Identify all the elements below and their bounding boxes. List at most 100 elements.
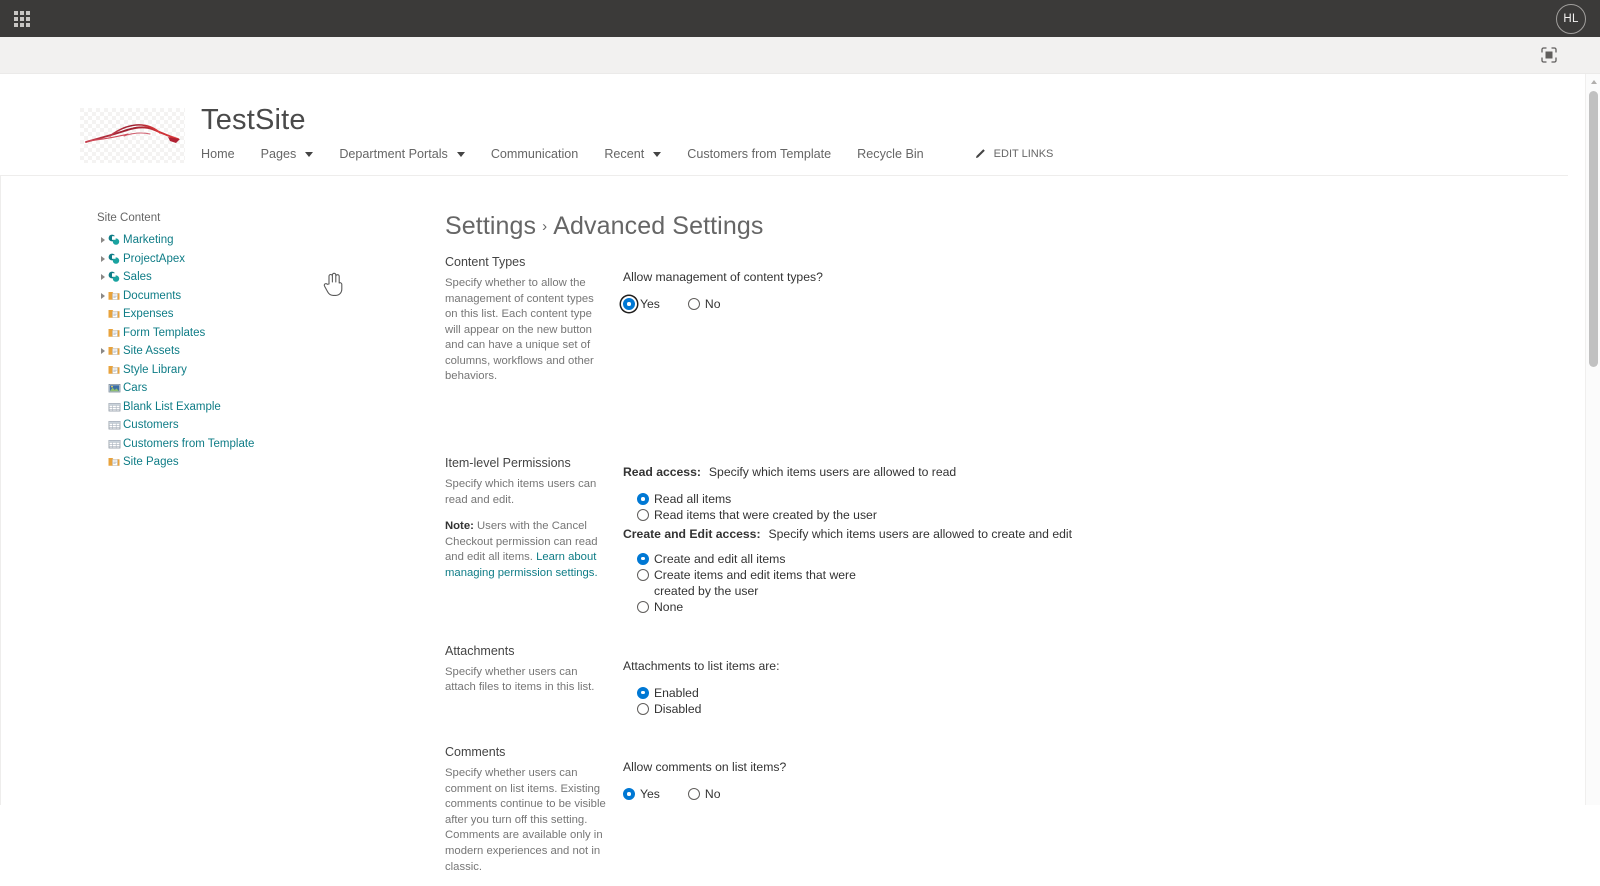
create-edit-none-option[interactable]: None — [637, 599, 1445, 615]
radio-indicator[interactable] — [637, 601, 649, 614]
nav-item-department-portals[interactable]: Department Portals — [339, 147, 465, 161]
scrollbar-thumb[interactable] — [1589, 91, 1598, 367]
site-logo[interactable] — [80, 108, 185, 163]
tree-item-label: Blank List Example — [123, 400, 221, 413]
expand-arrow-icon[interactable] — [97, 255, 108, 262]
nav-label: Department Portals — [339, 147, 448, 161]
attachments-enabled-option[interactable]: Enabled — [637, 685, 1445, 701]
list-icon — [108, 401, 122, 413]
comments-no-option[interactable]: No — [687, 786, 720, 802]
tree-item-label: ProjectApex — [123, 252, 186, 265]
section-heading: Attachments — [445, 643, 515, 658]
edit-links-button[interactable]: EDIT LINKS — [974, 148, 1054, 160]
tree-item-marketing[interactable]: Marketing — [97, 232, 397, 249]
radio-label: Yes — [640, 787, 660, 802]
app-launcher-button[interactable] — [0, 0, 44, 37]
radio-indicator[interactable] — [637, 686, 649, 699]
radio-indicator[interactable] — [637, 568, 649, 581]
section-attachments: Attachments Specify whether users can at… — [445, 644, 1445, 718]
radio-indicator[interactable] — [623, 298, 635, 311]
site-content-tree: Site Content Marketing ProjectApex Sales — [97, 212, 397, 473]
sharepoint-site-icon — [108, 271, 122, 283]
tree-item-style-library[interactable]: Style Library — [97, 362, 397, 379]
document-library-icon — [108, 456, 122, 468]
radio-indicator[interactable] — [637, 493, 649, 506]
nav-item-communication[interactable]: Communication — [491, 147, 579, 161]
section-heading: Comments — [445, 745, 506, 760]
tree-title: Site Content — [97, 212, 161, 224]
content-types-question: Allow management of content types? — [623, 270, 823, 284]
scroll-up-arrow-icon[interactable] — [1590, 80, 1597, 84]
vertical-scrollbar[interactable] — [1585, 74, 1600, 805]
nav-item-pages[interactable]: Pages — [261, 147, 314, 161]
section-item-level-permissions: Item-level Permissions Specify which ite… — [445, 456, 1445, 616]
radio-indicator[interactable] — [687, 298, 700, 311]
tree-item-label: Sales — [123, 271, 152, 284]
radio-label: Disabled — [654, 701, 702, 716]
content-types-no-option[interactable]: No — [687, 296, 721, 312]
tree-item-customers[interactable]: Customers — [97, 417, 397, 434]
radio-indicator[interactable] — [687, 788, 700, 801]
tree-item-label: Customers — [123, 419, 179, 432]
avatar[interactable]: HL — [1556, 3, 1586, 34]
nav-label: Customers from Template — [687, 147, 832, 161]
tree-item-projectapex[interactable]: ProjectApex — [97, 251, 397, 268]
tree-item-label: Marketing — [123, 234, 174, 247]
nav-item-home[interactable]: Home — [201, 147, 235, 161]
section-heading: Content Types — [445, 255, 526, 269]
site-header: TestSite Home Pages Department Portals C… — [0, 74, 1568, 176]
site-title: TestSite — [201, 104, 306, 136]
read-access-radio-group: Read all items Read items that were crea… — [623, 491, 1445, 523]
section-content-types: Content Types Specify whether to allow t… — [445, 255, 1445, 396]
chevron-down-icon[interactable] — [653, 151, 662, 157]
section-heading: Item-level Permissions — [445, 456, 571, 471]
waffle-icon — [14, 10, 30, 27]
tree-item-sales[interactable]: Sales — [97, 269, 397, 286]
expand-arrow-icon[interactable] — [97, 274, 108, 281]
radio-indicator[interactable] — [637, 552, 649, 565]
nav-item-customers-from-template[interactable]: Customers from Template — [687, 147, 831, 161]
content-types-yes-option[interactable]: Yes — [623, 296, 660, 312]
tree-item-customers-from-template[interactable]: Customers from Template — [97, 436, 397, 453]
breadcrumb-parent[interactable]: Settings — [445, 212, 536, 240]
nav-label: Home — [201, 147, 235, 161]
create-edit-all-items-option[interactable]: Create and edit all items — [637, 551, 1445, 567]
expand-arrow-icon[interactable] — [97, 292, 108, 299]
create-edit-created-by-user-option[interactable]: Create items and edit items that were cr… — [637, 567, 899, 599]
chevron-down-icon[interactable] — [456, 151, 465, 157]
tree-item-expenses[interactable]: Expenses — [97, 306, 397, 323]
tree-item-site-pages[interactable]: Site Pages — [97, 454, 397, 471]
tree-item-form-templates[interactable]: Form Templates — [97, 325, 397, 342]
nav-item-recent[interactable]: Recent — [604, 147, 662, 161]
section-description-text: Specify whether users can comment on lis… — [445, 767, 606, 873]
focus-mode-icon[interactable] — [1539, 45, 1559, 65]
tree-item-documents[interactable]: Documents — [97, 288, 397, 305]
edit-links-label: EDIT LINKS — [993, 148, 1054, 160]
radio-indicator[interactable] — [623, 788, 635, 801]
attachments-disabled-option[interactable]: Disabled — [637, 701, 1445, 717]
radio-label: Read items that were created by the user — [654, 508, 877, 523]
create-edit-access-label: Create and Edit access: — [623, 526, 761, 541]
expand-arrow-icon[interactable] — [97, 237, 108, 244]
attachments-radio-group: Enabled Disabled — [623, 685, 1445, 717]
secondary-strip — [0, 37, 1600, 74]
chevron-down-icon[interactable] — [305, 151, 314, 157]
radio-label: Read all items — [654, 492, 732, 507]
read-all-items-option[interactable]: Read all items — [637, 491, 1445, 507]
create-edit-access-question: Create and Edit access: Specify which ite… — [623, 526, 1445, 542]
radio-indicator[interactable] — [637, 702, 649, 715]
document-library-icon — [108, 290, 122, 302]
expand-arrow-icon[interactable] — [97, 348, 108, 355]
radio-label: No — [704, 297, 721, 312]
tree-item-site-assets[interactable]: Site Assets — [97, 343, 397, 360]
tree-item-cars[interactable]: Cars — [97, 380, 397, 397]
tree-item-label: Form Templates — [123, 326, 206, 339]
read-created-by-user-option[interactable]: Read items that were created by the user — [637, 507, 1445, 523]
tree-item-blank-list-example[interactable]: Blank List Example — [97, 399, 397, 416]
comments-yes-option[interactable]: Yes — [623, 786, 660, 802]
radio-indicator[interactable] — [637, 509, 649, 522]
list-icon — [108, 438, 122, 450]
nav-item-recycle-bin[interactable]: Recycle Bin — [857, 147, 924, 161]
